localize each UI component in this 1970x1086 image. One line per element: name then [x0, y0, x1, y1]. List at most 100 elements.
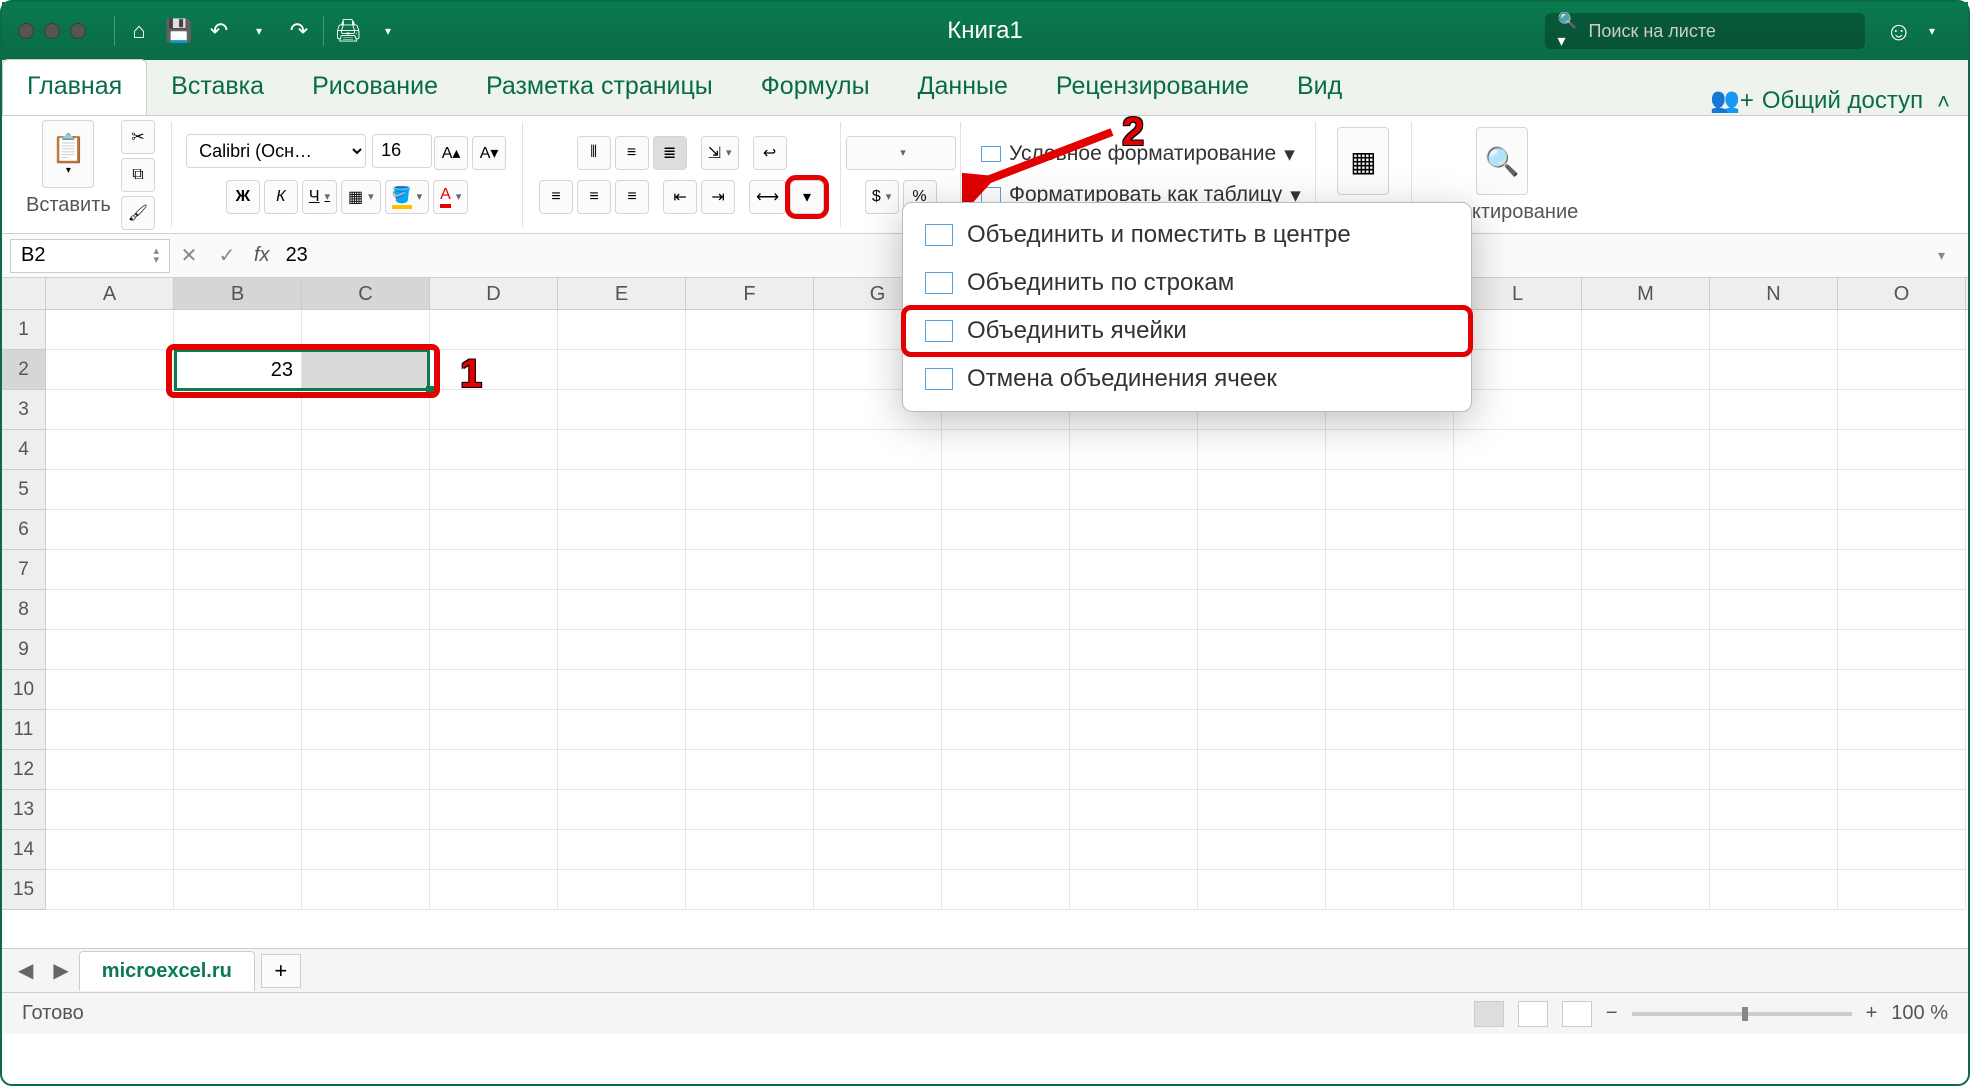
cell[interactable] [302, 630, 430, 670]
cell[interactable] [1070, 670, 1198, 710]
cancel-formula-icon[interactable]: ✕ [170, 243, 208, 268]
cell[interactable] [1326, 750, 1454, 790]
cell[interactable] [686, 830, 814, 870]
cell[interactable] [174, 470, 302, 510]
cell[interactable] [174, 630, 302, 670]
row-header[interactable]: 12 [2, 750, 46, 790]
cell[interactable] [1710, 390, 1838, 430]
row-header[interactable]: 13 [2, 790, 46, 830]
cell[interactable] [174, 430, 302, 470]
cell[interactable] [1198, 470, 1326, 510]
zoom-out-icon[interactable]: − [1606, 1002, 1618, 1025]
cell[interactable] [558, 510, 686, 550]
cell[interactable] [1198, 790, 1326, 830]
cell[interactable] [1582, 870, 1710, 910]
cell[interactable] [1454, 710, 1582, 750]
print-icon[interactable]: 🖨 [328, 11, 368, 51]
cell[interactable] [1710, 830, 1838, 870]
col-header[interactable]: M [1582, 278, 1710, 309]
cell[interactable] [46, 830, 174, 870]
font-size-input[interactable] [372, 134, 432, 168]
cell[interactable] [1582, 670, 1710, 710]
cell[interactable] [1454, 830, 1582, 870]
cell[interactable] [1070, 830, 1198, 870]
cell[interactable] [302, 510, 430, 550]
cell[interactable] [1070, 470, 1198, 510]
cell[interactable] [1326, 430, 1454, 470]
cell[interactable] [1582, 430, 1710, 470]
cell[interactable] [430, 550, 558, 590]
cell[interactable] [1838, 870, 1966, 910]
name-box-stepper-icon[interactable]: ▴▾ [153, 247, 159, 265]
merge-button[interactable]: ⟷ [749, 180, 786, 214]
cell[interactable] [1454, 590, 1582, 630]
number-format-select[interactable] [846, 136, 956, 170]
cell[interactable] [942, 710, 1070, 750]
cell[interactable]: 23 [174, 350, 302, 390]
borders-icon[interactable]: ▦ [341, 180, 381, 214]
cell[interactable] [1582, 470, 1710, 510]
cell[interactable] [1838, 750, 1966, 790]
cell[interactable] [430, 750, 558, 790]
cell[interactable] [686, 790, 814, 830]
cell[interactable] [302, 390, 430, 430]
row-header[interactable]: 7 [2, 550, 46, 590]
view-page-break-icon[interactable] [1562, 1001, 1592, 1027]
cell[interactable] [558, 750, 686, 790]
cell[interactable] [174, 670, 302, 710]
cell[interactable] [1710, 430, 1838, 470]
cell[interactable] [430, 870, 558, 910]
cell[interactable] [1710, 630, 1838, 670]
minimize-window-icon[interactable] [44, 23, 60, 39]
cell[interactable] [558, 590, 686, 630]
cell[interactable] [1326, 830, 1454, 870]
cell[interactable] [1838, 510, 1966, 550]
cell[interactable] [942, 790, 1070, 830]
copy-icon[interactable]: ⧉ [121, 158, 155, 192]
row-header[interactable]: 11 [2, 710, 46, 750]
fx-label[interactable]: fx [254, 244, 270, 267]
cell[interactable] [302, 750, 430, 790]
cell[interactable] [686, 590, 814, 630]
cell[interactable] [814, 670, 942, 710]
cell[interactable] [558, 710, 686, 750]
cell[interactable] [1838, 790, 1966, 830]
col-header[interactable]: O [1838, 278, 1966, 309]
confirm-formula-icon[interactable]: ✓ [208, 243, 246, 268]
align-left-icon[interactable]: ≡ [539, 180, 573, 214]
cell[interactable] [430, 590, 558, 630]
align-right-icon[interactable]: ≡ [615, 180, 649, 214]
col-header[interactable]: L [1454, 278, 1582, 309]
align-top-icon[interactable]: ⦀ [577, 136, 611, 170]
col-header[interactable]: A [46, 278, 174, 309]
cell[interactable] [1838, 630, 1966, 670]
cell[interactable] [430, 390, 558, 430]
row-header[interactable]: 6 [2, 510, 46, 550]
cell[interactable] [686, 710, 814, 750]
cell[interactable] [1454, 390, 1582, 430]
cell[interactable] [1198, 870, 1326, 910]
cell[interactable] [814, 550, 942, 590]
row-header[interactable]: 5 [2, 470, 46, 510]
view-normal-icon[interactable] [1474, 1001, 1504, 1027]
cell[interactable] [1582, 790, 1710, 830]
cell[interactable] [942, 550, 1070, 590]
cell[interactable] [686, 430, 814, 470]
paste-button[interactable]: 📋▾ [42, 120, 94, 188]
cell[interactable] [942, 870, 1070, 910]
col-header[interactable]: C [302, 278, 430, 309]
cell[interactable] [1070, 710, 1198, 750]
row-header[interactable]: 3 [2, 390, 46, 430]
increase-indent-icon[interactable]: ⇥ [701, 180, 735, 214]
cell[interactable] [558, 790, 686, 830]
cell[interactable] [814, 630, 942, 670]
cell[interactable] [46, 630, 174, 670]
align-bottom-icon[interactable]: ≣ [653, 136, 687, 170]
cell[interactable] [686, 750, 814, 790]
cell[interactable] [1454, 630, 1582, 670]
cell[interactable] [1710, 510, 1838, 550]
merge-dropdown-button[interactable]: ▾ [790, 180, 824, 214]
cell[interactable] [942, 670, 1070, 710]
cell[interactable] [1710, 470, 1838, 510]
col-header[interactable]: B [174, 278, 302, 309]
